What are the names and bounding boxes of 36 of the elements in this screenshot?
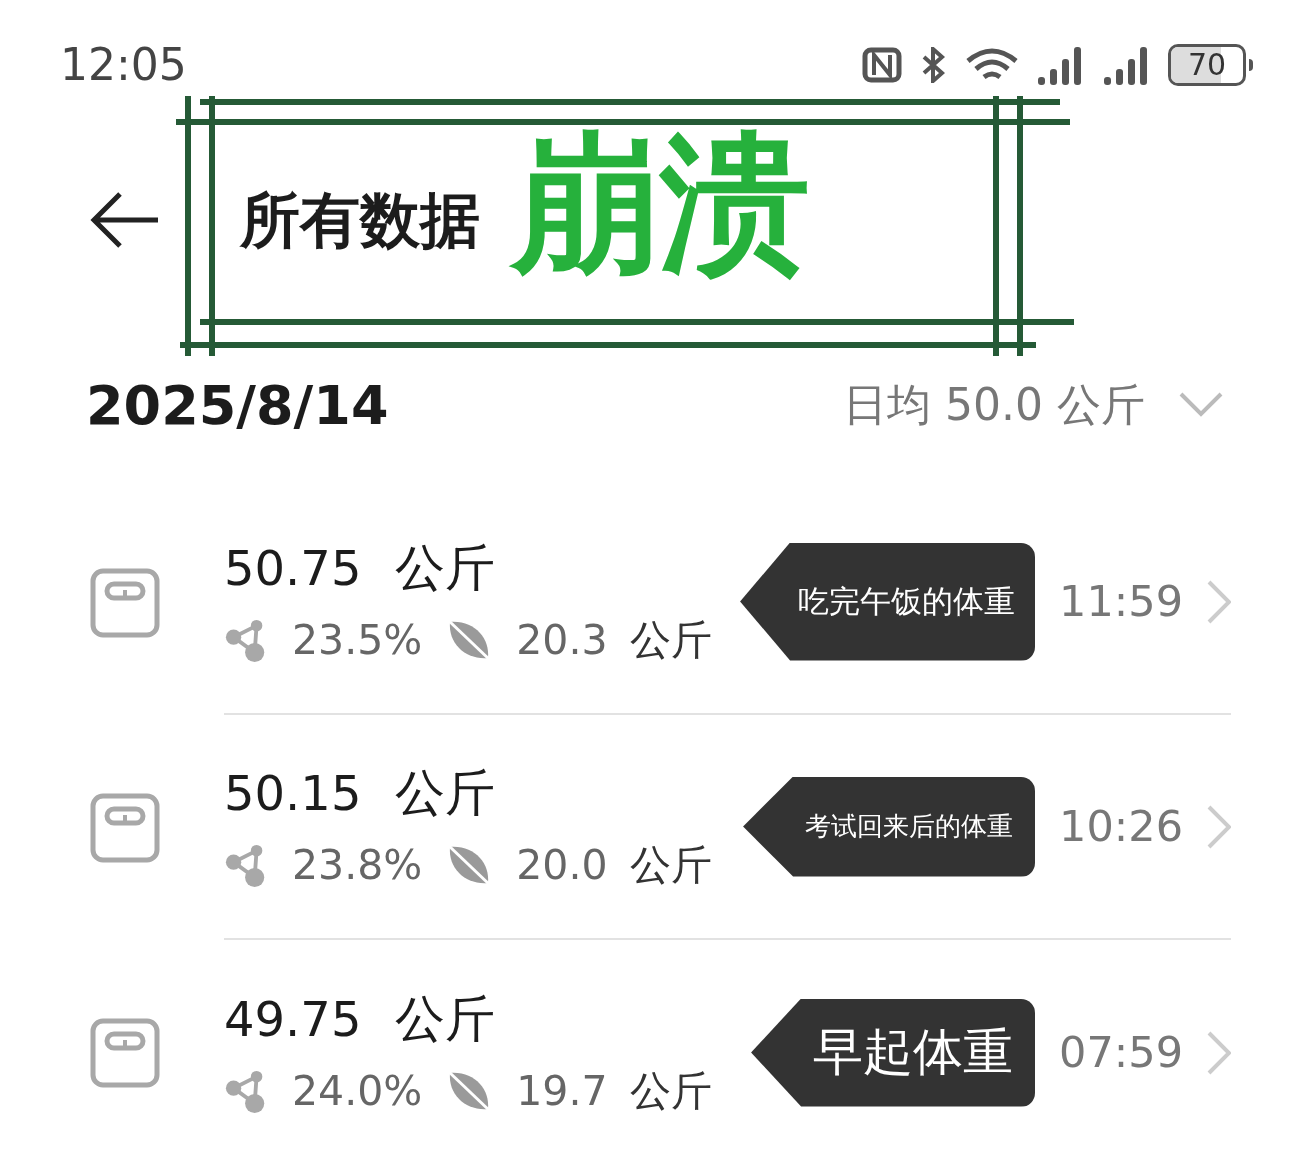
body-fat-value: 23.8% (292, 840, 423, 892)
note-tag: 考试回来后的体重 (743, 776, 1036, 877)
date-heading: 2025/8/14 (86, 372, 389, 439)
muscle-value: 20.3 (516, 615, 608, 667)
record-time: 11:59 (1059, 575, 1183, 629)
chevron-right-icon (1207, 1030, 1231, 1075)
weight-unit: 公斤 (395, 763, 496, 825)
weight-value: 49.75 (224, 990, 362, 1050)
note-tag: 吃完午饭的体重 (740, 542, 1036, 661)
muscle-unit: 公斤 (629, 840, 712, 892)
chevron-right-icon (1207, 804, 1231, 849)
weight-unit: 公斤 (395, 989, 496, 1051)
daily-average-toggle[interactable]: 日均 50.0 公斤 (843, 372, 1223, 438)
weight-unit: 公斤 (395, 538, 496, 600)
note-tag: 早起体重 (751, 998, 1036, 1107)
muscle-unit: 公斤 (629, 1066, 712, 1118)
scale-icon (90, 1017, 160, 1088)
scale-icon (90, 567, 160, 638)
scale-icon (90, 792, 160, 863)
back-arrow-icon (88, 190, 160, 250)
muscle-unit: 公斤 (629, 615, 712, 667)
body-fat-value: 23.5% (292, 615, 423, 667)
record-time: 10:26 (1059, 800, 1183, 854)
body-fat-value: 24.0% (292, 1066, 423, 1118)
page-title: 所有数据 (240, 184, 480, 257)
nfc-icon (862, 47, 902, 83)
battery-percent: 70 (1187, 50, 1227, 80)
clock: 12:05 (60, 38, 187, 92)
muscle-value: 19.7 (516, 1066, 608, 1118)
chevron-right-icon (1207, 579, 1231, 624)
back-button[interactable] (88, 190, 160, 250)
weight-value: 50.15 (224, 764, 362, 824)
weight-value: 50.75 (224, 539, 362, 599)
muscle-value: 20.0 (516, 840, 608, 892)
record-time: 07:59 (1059, 1026, 1183, 1080)
caption: 崩溃 (510, 128, 810, 278)
